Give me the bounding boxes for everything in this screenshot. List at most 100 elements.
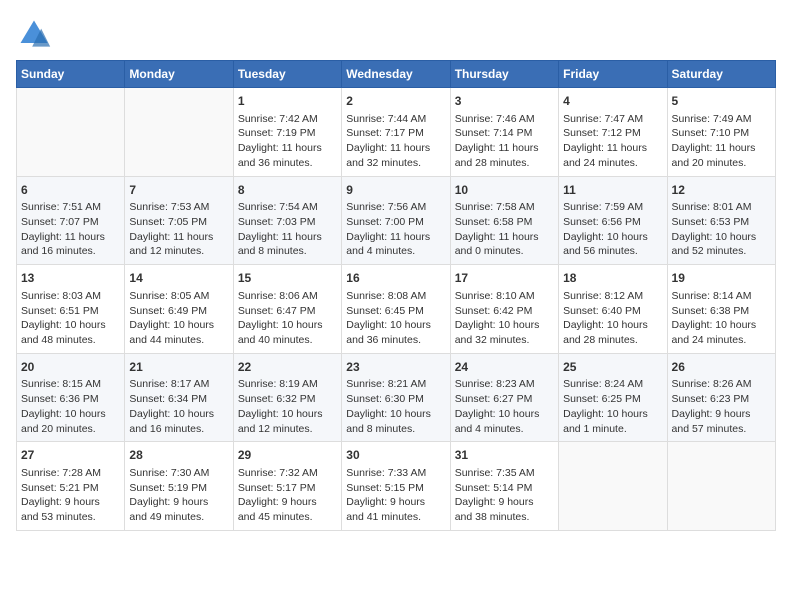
calendar-day-cell: 6Sunrise: 7:51 AMSunset: 7:07 PMDaylight… bbox=[17, 176, 125, 265]
calendar-day-cell: 26Sunrise: 8:26 AMSunset: 6:23 PMDayligh… bbox=[667, 353, 775, 442]
day-info-text: Sunrise: 8:03 AM bbox=[21, 289, 120, 304]
calendar-day-cell: 31Sunrise: 7:35 AMSunset: 5:14 PMDayligh… bbox=[450, 442, 558, 531]
day-info-text: Daylight: 10 hours bbox=[129, 407, 228, 422]
day-info-text: Sunrise: 8:08 AM bbox=[346, 289, 445, 304]
calendar-day-cell: 19Sunrise: 8:14 AMSunset: 6:38 PMDayligh… bbox=[667, 265, 775, 354]
day-info-text: Sunset: 5:15 PM bbox=[346, 481, 445, 496]
day-info-text: and 40 minutes. bbox=[238, 333, 337, 348]
day-info-text: Sunset: 5:17 PM bbox=[238, 481, 337, 496]
day-info-text: Daylight: 10 hours bbox=[563, 407, 662, 422]
day-info-text: Sunset: 6:56 PM bbox=[563, 215, 662, 230]
day-number: 2 bbox=[346, 93, 445, 110]
day-info-text: Sunrise: 7:51 AM bbox=[21, 200, 120, 215]
day-info-text: Daylight: 11 hours bbox=[129, 230, 228, 245]
calendar-day-cell: 24Sunrise: 8:23 AMSunset: 6:27 PMDayligh… bbox=[450, 353, 558, 442]
weekday-header: Tuesday bbox=[233, 61, 341, 88]
day-number: 6 bbox=[21, 182, 120, 199]
day-number: 18 bbox=[563, 270, 662, 287]
day-info-text: Sunset: 6:27 PM bbox=[455, 392, 554, 407]
day-info-text: Daylight: 10 hours bbox=[346, 318, 445, 333]
day-info-text: Sunset: 7:17 PM bbox=[346, 126, 445, 141]
day-info-text: Sunrise: 8:12 AM bbox=[563, 289, 662, 304]
day-info-text: and 36 minutes. bbox=[238, 156, 337, 171]
day-number: 13 bbox=[21, 270, 120, 287]
day-info-text: Daylight: 10 hours bbox=[346, 407, 445, 422]
day-info-text: and 36 minutes. bbox=[346, 333, 445, 348]
day-number: 7 bbox=[129, 182, 228, 199]
day-info-text: Sunset: 5:14 PM bbox=[455, 481, 554, 496]
logo-icon bbox=[16, 16, 52, 52]
day-info-text: and 28 minutes. bbox=[563, 333, 662, 348]
day-info-text: Sunrise: 7:58 AM bbox=[455, 200, 554, 215]
day-number: 3 bbox=[455, 93, 554, 110]
day-info-text: and 44 minutes. bbox=[129, 333, 228, 348]
day-info-text: and 8 minutes. bbox=[346, 422, 445, 437]
day-info-text: Sunset: 6:42 PM bbox=[455, 304, 554, 319]
day-info-text: Daylight: 11 hours bbox=[346, 230, 445, 245]
day-info-text: Sunset: 6:51 PM bbox=[21, 304, 120, 319]
day-number: 29 bbox=[238, 447, 337, 464]
day-info-text: and 57 minutes. bbox=[672, 422, 771, 437]
day-info-text: Sunrise: 7:56 AM bbox=[346, 200, 445, 215]
day-info-text: and 1 minute. bbox=[563, 422, 662, 437]
day-info-text: and 52 minutes. bbox=[672, 244, 771, 259]
day-info-text: Sunrise: 8:17 AM bbox=[129, 377, 228, 392]
day-info-text: Sunrise: 8:05 AM bbox=[129, 289, 228, 304]
weekday-header: Friday bbox=[559, 61, 667, 88]
day-info-text: Sunrise: 7:47 AM bbox=[563, 112, 662, 127]
day-number: 1 bbox=[238, 93, 337, 110]
day-info-text: Sunrise: 7:44 AM bbox=[346, 112, 445, 127]
day-number: 31 bbox=[455, 447, 554, 464]
day-number: 9 bbox=[346, 182, 445, 199]
day-info-text: Sunset: 6:32 PM bbox=[238, 392, 337, 407]
day-info-text: and 32 minutes. bbox=[346, 156, 445, 171]
day-info-text: Sunset: 5:19 PM bbox=[129, 481, 228, 496]
day-info-text: Sunset: 6:38 PM bbox=[672, 304, 771, 319]
day-info-text: and 12 minutes. bbox=[238, 422, 337, 437]
day-info-text: Daylight: 11 hours bbox=[563, 141, 662, 156]
day-info-text: Daylight: 9 hours bbox=[238, 495, 337, 510]
day-number: 23 bbox=[346, 359, 445, 376]
day-info-text: Sunrise: 8:10 AM bbox=[455, 289, 554, 304]
day-info-text: Sunset: 6:47 PM bbox=[238, 304, 337, 319]
day-number: 26 bbox=[672, 359, 771, 376]
day-number: 25 bbox=[563, 359, 662, 376]
day-info-text: Sunrise: 7:35 AM bbox=[455, 466, 554, 481]
day-info-text: Daylight: 11 hours bbox=[238, 141, 337, 156]
day-info-text: Daylight: 10 hours bbox=[455, 318, 554, 333]
day-number: 27 bbox=[21, 447, 120, 464]
day-info-text: Sunrise: 8:15 AM bbox=[21, 377, 120, 392]
day-info-text: Sunrise: 7:33 AM bbox=[346, 466, 445, 481]
day-info-text: Sunset: 7:07 PM bbox=[21, 215, 120, 230]
day-number: 22 bbox=[238, 359, 337, 376]
weekday-header: Wednesday bbox=[342, 61, 450, 88]
day-info-text: Daylight: 11 hours bbox=[346, 141, 445, 156]
day-info-text: Sunrise: 7:46 AM bbox=[455, 112, 554, 127]
day-info-text: Daylight: 10 hours bbox=[563, 318, 662, 333]
calendar-day-cell: 2 Sunrise: 7:44 AMSunset: 7:17 PMDaylight… bbox=[342, 88, 450, 177]
day-info-text: and 41 minutes. bbox=[346, 510, 445, 525]
day-info-text: Daylight: 10 hours bbox=[455, 407, 554, 422]
day-info-text: and 16 minutes. bbox=[21, 244, 120, 259]
calendar-day-cell: 15Sunrise: 8:06 AMSunset: 6:47 PMDayligh… bbox=[233, 265, 341, 354]
calendar-week-row: 27Sunrise: 7:28 AMSunset: 5:21 PMDayligh… bbox=[17, 442, 776, 531]
calendar-day-cell: 4Sunrise: 7:47 AMSunset: 7:12 PMDaylight… bbox=[559, 88, 667, 177]
day-info-text: Sunset: 7:10 PM bbox=[672, 126, 771, 141]
calendar-day-cell: 27Sunrise: 7:28 AMSunset: 5:21 PMDayligh… bbox=[17, 442, 125, 531]
calendar-day-cell: 7Sunrise: 7:53 AMSunset: 7:05 PMDaylight… bbox=[125, 176, 233, 265]
day-info-text: Sunrise: 7:30 AM bbox=[129, 466, 228, 481]
day-info-text: Sunrise: 7:32 AM bbox=[238, 466, 337, 481]
day-number: 10 bbox=[455, 182, 554, 199]
day-info-text: Sunrise: 8:06 AM bbox=[238, 289, 337, 304]
day-number: 4 bbox=[563, 93, 662, 110]
calendar-day-cell: 30Sunrise: 7:33 AMSunset: 5:15 PMDayligh… bbox=[342, 442, 450, 531]
day-number: 21 bbox=[129, 359, 228, 376]
day-info-text: Daylight: 10 hours bbox=[21, 318, 120, 333]
logo bbox=[16, 16, 56, 52]
calendar-day-cell: 29 Sunrise: 7:32 AMSunset: 5:17 PMDayligh… bbox=[233, 442, 341, 531]
day-info-text: and 0 minutes. bbox=[455, 244, 554, 259]
day-info-text: Daylight: 11 hours bbox=[21, 230, 120, 245]
calendar-day-cell: 3Sunrise: 7:46 AMSunset: 7:14 PMDaylight… bbox=[450, 88, 558, 177]
day-number: 17 bbox=[455, 270, 554, 287]
calendar-week-row: 1Sunrise: 7:42 AMSunset: 7:19 PMDaylight… bbox=[17, 88, 776, 177]
